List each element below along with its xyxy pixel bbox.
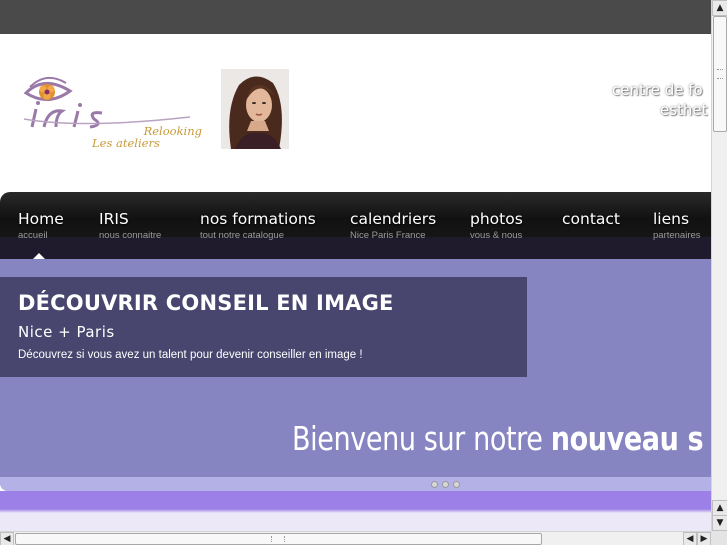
browser-viewport: Relooking Les ateliers centre de fo esth… xyxy=(0,0,727,545)
slide-caption-subtitle: Nice + Paris xyxy=(18,323,115,341)
slider-pagination xyxy=(0,477,711,491)
nav-item-liens[interactable]: liens partenaires xyxy=(653,208,701,241)
tagline-line-2: esthet xyxy=(660,101,708,119)
nav-item-home[interactable]: Home accueil xyxy=(18,208,64,241)
top-bar xyxy=(0,0,711,34)
nav-label: liens xyxy=(653,210,690,228)
scrollbar-corner xyxy=(711,531,727,545)
nav-sublabel: Nice Paris France xyxy=(350,230,426,241)
nav-label: Home xyxy=(18,210,64,228)
nav-item-calendriers[interactable]: calendriers Nice Paris France xyxy=(350,208,436,241)
nav-label: calendriers xyxy=(350,210,437,228)
nav-sublabel: accueil xyxy=(18,230,48,241)
nav-sublabel: tout notre catalogue xyxy=(200,230,284,241)
welcome-text-bold: nouveau s xyxy=(550,419,704,458)
welcome-text-regular: Bienvenu sur notre xyxy=(292,419,551,458)
scroll-left-arrow-icon[interactable]: ◀ xyxy=(0,532,14,545)
nav-sublabel: partenaires xyxy=(653,230,701,241)
vertical-scroll-thumb[interactable] xyxy=(713,16,727,132)
nav-item-iris[interactable]: IRIS nous connaitre xyxy=(99,208,161,241)
nav-sublabel: nous connaitre xyxy=(99,230,162,241)
scroll-up-arrow-icon[interactable]: ▲ xyxy=(712,0,727,16)
header-portrait-image xyxy=(221,69,289,149)
nav-item-photos[interactable]: photos vous & nous xyxy=(470,208,523,241)
nav-label: photos xyxy=(470,210,523,228)
scroll-right-arrow-icon[interactable]: ▶ xyxy=(697,532,711,545)
scroll-grip-icon xyxy=(271,536,285,542)
nav-sublabel: vous & nous xyxy=(470,230,523,241)
slide-dot-3[interactable] xyxy=(453,481,460,488)
horizontal-scrollbar[interactable]: ◀ ◀ ▶ xyxy=(0,531,711,545)
slide-caption-box[interactable]: DÉCOUVRIR CONSEIL EN IMAGE Nice + Paris … xyxy=(0,277,527,377)
slide-dot-2[interactable] xyxy=(442,481,449,488)
slide-caption-title: DÉCOUVRIR CONSEIL EN IMAGE xyxy=(18,291,394,315)
content-area-below-slider xyxy=(0,491,711,531)
slide-dot-1[interactable] xyxy=(431,481,438,488)
scroll-up-arrow-lower-icon[interactable]: ▲ xyxy=(712,500,727,516)
header-tagline: centre de fo esthet xyxy=(600,80,711,120)
slide-caption-text: Découvrez si vous avez un talent pour de… xyxy=(18,349,363,361)
logo-ateliers-text: Les ateliers xyxy=(92,136,160,150)
scroll-grip-icon xyxy=(717,69,723,79)
nav-label: contact xyxy=(562,210,621,228)
scroll-down-arrow-icon[interactable]: ▼ xyxy=(712,515,727,531)
scroll-left-arrow-right-icon[interactable]: ◀ xyxy=(683,532,697,545)
tagline-line-1: centre de fo xyxy=(612,81,703,99)
nav-item-formations[interactable]: nos formations tout notre catalogue xyxy=(200,208,316,241)
hero-slider[interactable]: DÉCOUVRIR CONSEIL EN IMAGE Nice + Paris … xyxy=(0,259,711,491)
vertical-scrollbar[interactable]: ▲ ▲ ▼ xyxy=(711,0,727,531)
nav-label: IRIS xyxy=(99,210,129,228)
active-nav-pointer-icon xyxy=(33,253,45,259)
main-navigation: Home accueil IRIS nous connaitre nos for… xyxy=(0,192,711,259)
welcome-banner-text: Bienvenu sur notre nouveau s xyxy=(292,419,704,458)
nav-item-contact[interactable]: contact xyxy=(562,208,620,230)
logo-subtitle: Relooking Les ateliers xyxy=(92,125,202,150)
horizontal-scroll-thumb[interactable] xyxy=(15,533,542,545)
nav-label: nos formations xyxy=(200,210,316,228)
